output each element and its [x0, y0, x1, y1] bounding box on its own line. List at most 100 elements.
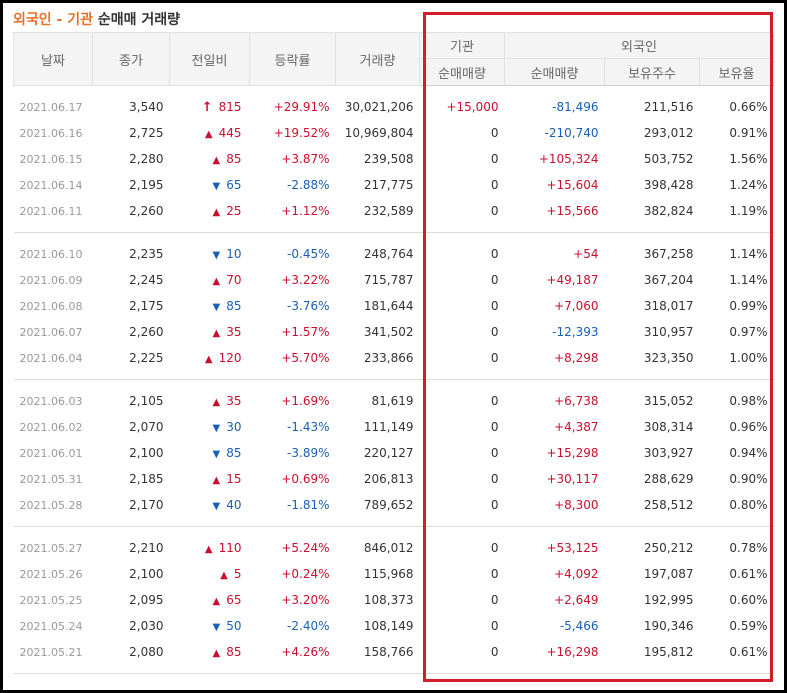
change-cell: ▲ 35	[170, 388, 250, 414]
ratio-cell: 0.98%	[729, 394, 768, 408]
change-cell: ▼ 40	[170, 492, 250, 518]
volume-cell: 248,764	[363, 247, 414, 261]
page-title: 외국인 - 기관 순매매 거래량	[13, 9, 180, 31]
group-spacer	[14, 518, 774, 527]
rate-cell: +5.70%	[281, 351, 330, 365]
ratio-cell: 0.80%	[729, 498, 768, 512]
triangle-up-icon: ▲	[212, 596, 221, 607]
rate-cell: +3.22%	[281, 273, 330, 287]
table-row: 2021.06.15 2,280 ▲ 85 +3.87% 239,508 0 +105,324…	[14, 146, 774, 172]
date-cell: 2021.05.27	[19, 541, 83, 555]
title-separator: -	[51, 12, 68, 28]
change-value: 40	[226, 498, 242, 512]
foreign-net-cell: +15,298	[546, 446, 599, 460]
ratio-cell: 0.61%	[729, 567, 768, 581]
close-cell: 2,280	[129, 152, 164, 166]
change-cell: ▼ 85	[170, 293, 250, 319]
change-cell: ▲ 5	[170, 561, 250, 587]
volume-cell: 181,644	[363, 299, 414, 313]
bottom-spacer-cell	[14, 665, 774, 674]
holdings-cell: 318,017	[643, 299, 694, 313]
holdings-cell: 211,516	[643, 100, 694, 114]
change-value: 85	[226, 446, 242, 460]
change-cell: ▼ 30	[170, 414, 250, 440]
header-volume: 거래량	[335, 32, 420, 86]
triangle-down-icon: ▼	[212, 302, 221, 313]
date-cell: 2021.05.28	[19, 498, 83, 512]
rate-cell: +3.20%	[281, 593, 330, 607]
institution-net-cell: +15,000	[446, 100, 499, 114]
close-cell: 3,540	[129, 100, 164, 114]
institution-net-cell: 0	[490, 247, 499, 261]
volume-cell: 715,787	[363, 273, 414, 287]
change-cell: ▲ 70	[170, 267, 250, 293]
change-value: 35	[226, 394, 242, 408]
change-value: 5	[233, 567, 242, 581]
triangle-up-icon: ▲	[212, 328, 221, 339]
close-cell: 2,195	[129, 178, 164, 192]
ratio-cell: 1.24%	[729, 178, 768, 192]
ratio-cell: 0.60%	[729, 593, 768, 607]
table-row: 2021.06.01 2,100 ▼ 85 -3.89% 220,127 0 +15,298 3…	[14, 440, 774, 466]
volume-cell: 10,969,804	[344, 126, 414, 140]
date-cell: 2021.06.08	[19, 299, 83, 313]
volume-cell: 846,012	[363, 541, 414, 555]
triangle-down-icon: ▼	[212, 622, 221, 633]
holdings-cell: 310,957	[643, 325, 694, 339]
institution-net-cell: 0	[490, 152, 499, 166]
table-row: 2021.05.24 2,030 ▼ 50 -2.40% 108,149 0 -5,466 19…	[14, 613, 774, 639]
foreign-net-cell: +53,125	[546, 541, 599, 555]
change-cell: ▲ 35	[170, 319, 250, 345]
close-cell: 2,095	[129, 593, 164, 607]
table-row: 2021.06.07 2,260 ▲ 35 +1.57% 341,502 0 -12,393 3…	[14, 319, 774, 345]
date-cell: 2021.06.15	[19, 152, 83, 166]
triangle-up-icon: ▲	[212, 207, 221, 218]
triangle-up-icon: ▲	[212, 397, 221, 408]
header-change: 전일비	[169, 32, 250, 86]
date-cell: 2021.05.25	[19, 593, 83, 607]
change-cell: ▲ 85	[170, 639, 250, 665]
triangle-down-icon: ▼	[212, 250, 221, 261]
close-cell: 2,235	[129, 247, 164, 261]
institution-net-cell: 0	[490, 420, 499, 434]
ratio-cell: 0.90%	[729, 472, 768, 486]
date-cell: 2021.06.14	[19, 178, 83, 192]
volume-cell: 789,652	[363, 498, 414, 512]
table-row: 2021.05.25 2,095 ▲ 65 +3.20% 108,373 0 +2,649 19…	[14, 587, 774, 613]
rate-cell: -2.40%	[287, 619, 330, 633]
rate-cell: +19.52%	[273, 126, 330, 140]
rate-cell: +29.91%	[273, 100, 330, 114]
holdings-cell: 398,428	[643, 178, 694, 192]
triangle-up-icon: ▲	[212, 475, 221, 486]
holdings-cell: 503,752	[643, 152, 694, 166]
group-separator-cell	[13, 673, 774, 674]
header-date: 날짜	[13, 32, 93, 86]
change-cell: ▲ 65	[170, 587, 250, 613]
change-value: 50	[226, 619, 242, 633]
institution-net-cell: 0	[490, 472, 499, 486]
table-row: 2021.06.11 2,260 ▲ 25 +1.12% 232,589 0 +15,566 3…	[14, 198, 774, 224]
foreign-net-cell: +8,300	[554, 498, 599, 512]
limit-up-arrow-icon: ↑	[201, 99, 213, 115]
ratio-cell: 1.14%	[729, 247, 768, 261]
header-foreign-net: 순매매량	[504, 58, 605, 86]
top-spacer-cell	[14, 86, 774, 95]
foreign-net-cell: +6,738	[554, 394, 599, 408]
holdings-cell: 250,212	[643, 541, 694, 555]
group-spacer-cell	[14, 527, 774, 535]
change-value: 85	[226, 152, 242, 166]
close-cell: 2,080	[129, 645, 164, 659]
triangle-up-icon: ▲	[204, 129, 213, 140]
close-cell: 2,725	[129, 126, 164, 140]
change-cell: ↑ 815	[170, 94, 250, 120]
triangle-up-icon: ▲	[204, 354, 213, 365]
ratio-cell: 1.14%	[729, 273, 768, 287]
date-cell: 2021.06.17	[19, 100, 83, 114]
holdings-cell: 288,629	[643, 472, 694, 486]
rate-cell: +3.87%	[281, 152, 330, 166]
date-cell: 2021.06.04	[19, 351, 83, 365]
table-row: 2021.06.04 2,225 ▲ 120 +5.70% 233,866 0 +8,298 3…	[14, 345, 774, 371]
ratio-cell: 1.19%	[729, 204, 768, 218]
ratio-cell: 0.66%	[729, 100, 768, 114]
institution-net-cell: 0	[490, 567, 499, 581]
